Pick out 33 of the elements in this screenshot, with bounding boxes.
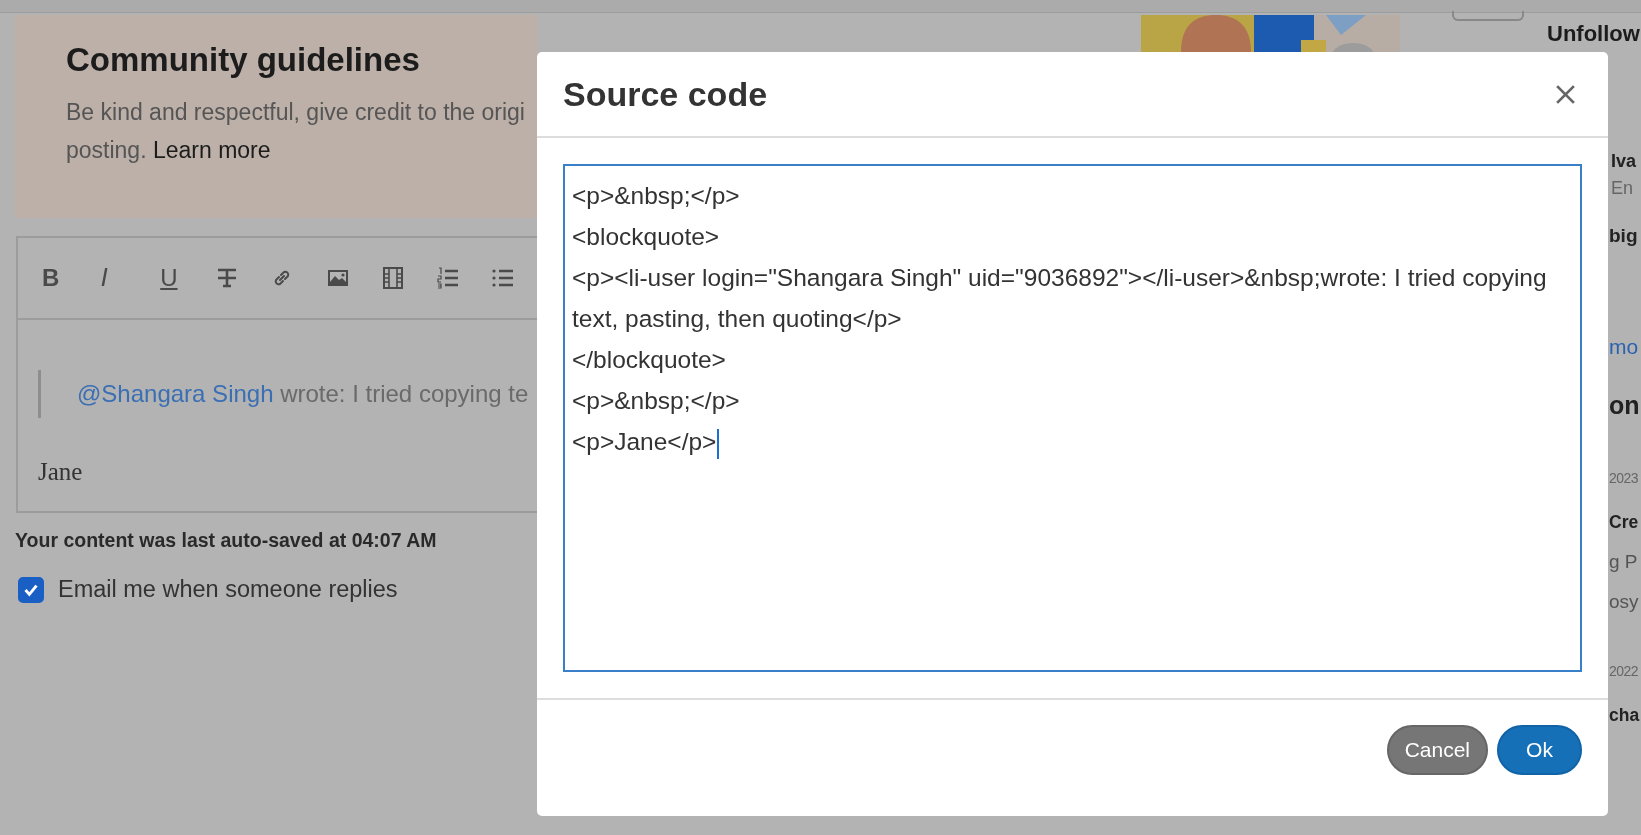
dialog-title: Source code (563, 74, 768, 114)
sidebar-date-text: 2022 (1609, 663, 1639, 679)
sidebar-title-text: Cre (1609, 512, 1639, 533)
guidelines-title: Community guidelines (66, 41, 420, 79)
sidebar-meta-text: En (1611, 178, 1634, 199)
cancel-button[interactable]: Cancel (1386, 725, 1488, 775)
sidebar-text-text: g P (1609, 551, 1638, 573)
sidebar-text-text: osy (1609, 591, 1639, 613)
mention-link[interactable]: @Shangara Singh (77, 380, 274, 407)
ok-button[interactable]: Ok (1497, 725, 1582, 775)
code-field[interactable]: <p>&nbsp;</p> <blockquote> <p><li-user login="Shangara Singh" uid="9036892"></li-user>&nbsp;wrote: I tried copying text, pasting, then quoting</p> </blockquote> <p>&nbsp;</p> <p>Jane</p> (563, 164, 1582, 672)
italic-button[interactable]: I (97, 264, 157, 292)
sidebar-name-text: Iva (1611, 151, 1637, 172)
underline-button[interactable]: U (156, 264, 216, 292)
quote-text: @Shangara Singh wrote: I tried copying te (77, 380, 529, 408)
sidebar-heading-text: big (1609, 225, 1638, 247)
email-label: Email me when someone replies (58, 576, 398, 603)
sidebar-link[interactable]: mo (1609, 335, 1639, 359)
film-icon[interactable] (380, 266, 405, 290)
email-checkbox[interactable] (18, 576, 44, 603)
sidebar-date-text: 2023 (1609, 470, 1639, 486)
numbered-list-icon[interactable] (435, 266, 460, 290)
text-cursor (717, 428, 720, 459)
unfollow-button[interactable]: Unfollow (1547, 21, 1640, 47)
sidebar-title-text: cha (1609, 705, 1640, 726)
autosave-text: Your content was last auto-saved at 04:07 AM (15, 529, 437, 552)
sidebar-section-text: on (1609, 391, 1640, 420)
guidelines-text: posting. (66, 137, 148, 163)
signature-text: Jane (38, 458, 83, 486)
learn-more-link[interactable]: Learn more (152, 137, 271, 163)
close-icon[interactable] (1555, 83, 1576, 105)
guidelines-text: Be kind and respectful, give credit to the origi (66, 98, 525, 127)
bold-button[interactable]: B (38, 264, 98, 292)
